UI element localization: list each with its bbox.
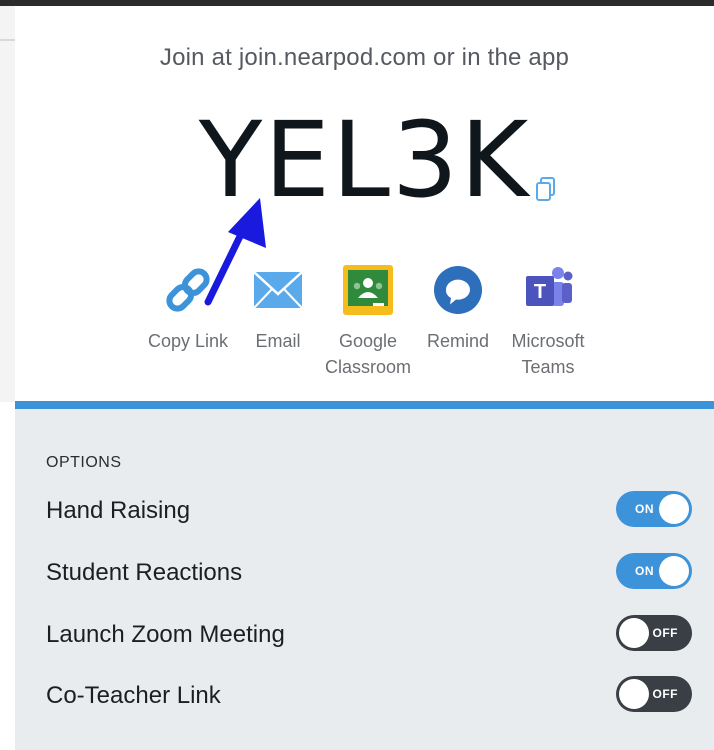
toggle-state: OFF — [652, 687, 678, 701]
remind-icon — [434, 266, 482, 314]
google-classroom-icon — [343, 265, 393, 315]
microsoft-teams-button[interactable]: T Microsoft Teams — [498, 264, 598, 380]
copy-code-icon[interactable] — [535, 176, 557, 202]
toggle-knob — [659, 494, 689, 524]
toggle-knob — [619, 618, 649, 648]
email-button[interactable]: Email — [228, 264, 328, 354]
section-divider — [15, 401, 714, 409]
toggle-knob — [619, 679, 649, 709]
option-label: Launch Zoom Meeting — [46, 621, 285, 648]
option-student-reactions: Student Reactions ON — [46, 553, 696, 593]
divider — [0, 39, 15, 41]
email-icon — [253, 271, 303, 309]
options-heading: OPTIONS — [46, 454, 122, 471]
share-label: Google Classroom — [324, 331, 412, 377]
share-label: Email — [255, 331, 301, 351]
join-code: YEL3K — [198, 99, 531, 221]
share-label: Copy Link — [147, 331, 229, 351]
options-panel: OPTIONS Hand Raising ON Student Reaction… — [15, 409, 714, 750]
student-reactions-toggle[interactable]: ON — [616, 553, 692, 589]
hand-raising-toggle[interactable]: ON — [616, 491, 692, 527]
share-label: Microsoft Teams — [511, 331, 585, 377]
option-label: Co-Teacher Link — [46, 682, 221, 709]
toggle-state: OFF — [652, 626, 678, 640]
option-co-teacher-link: Co-Teacher Link OFF — [46, 676, 696, 716]
option-hand-raising: Hand Raising ON — [46, 491, 696, 531]
join-panel: Join at join.nearpod.com or in the app Y… — [15, 6, 714, 402]
option-label: Hand Raising — [46, 497, 191, 524]
share-options: Copy Link Email Google Classroom Remind … — [15, 264, 714, 394]
join-instructions: Join at join.nearpod.com or in the app — [159, 44, 570, 71]
copy-link-button[interactable]: Copy Link — [138, 264, 238, 354]
microsoft-teams-icon: T — [526, 267, 573, 306]
launch-zoom-meeting-toggle[interactable]: OFF — [616, 615, 692, 651]
background-page-edge — [0, 6, 16, 402]
option-launch-zoom-meeting: Launch Zoom Meeting OFF — [46, 615, 696, 655]
co-teacher-link-toggle[interactable]: OFF — [616, 676, 692, 712]
link-icon — [166, 268, 210, 312]
option-label: Student Reactions — [46, 559, 243, 586]
toggle-state: ON — [635, 564, 654, 578]
google-classroom-button[interactable]: Google Classroom — [318, 264, 418, 380]
toggle-state: ON — [635, 502, 654, 516]
svg-text:T: T — [534, 281, 546, 303]
toggle-knob — [659, 556, 689, 586]
remind-button[interactable]: Remind — [408, 264, 508, 354]
share-label: Remind — [426, 331, 490, 351]
